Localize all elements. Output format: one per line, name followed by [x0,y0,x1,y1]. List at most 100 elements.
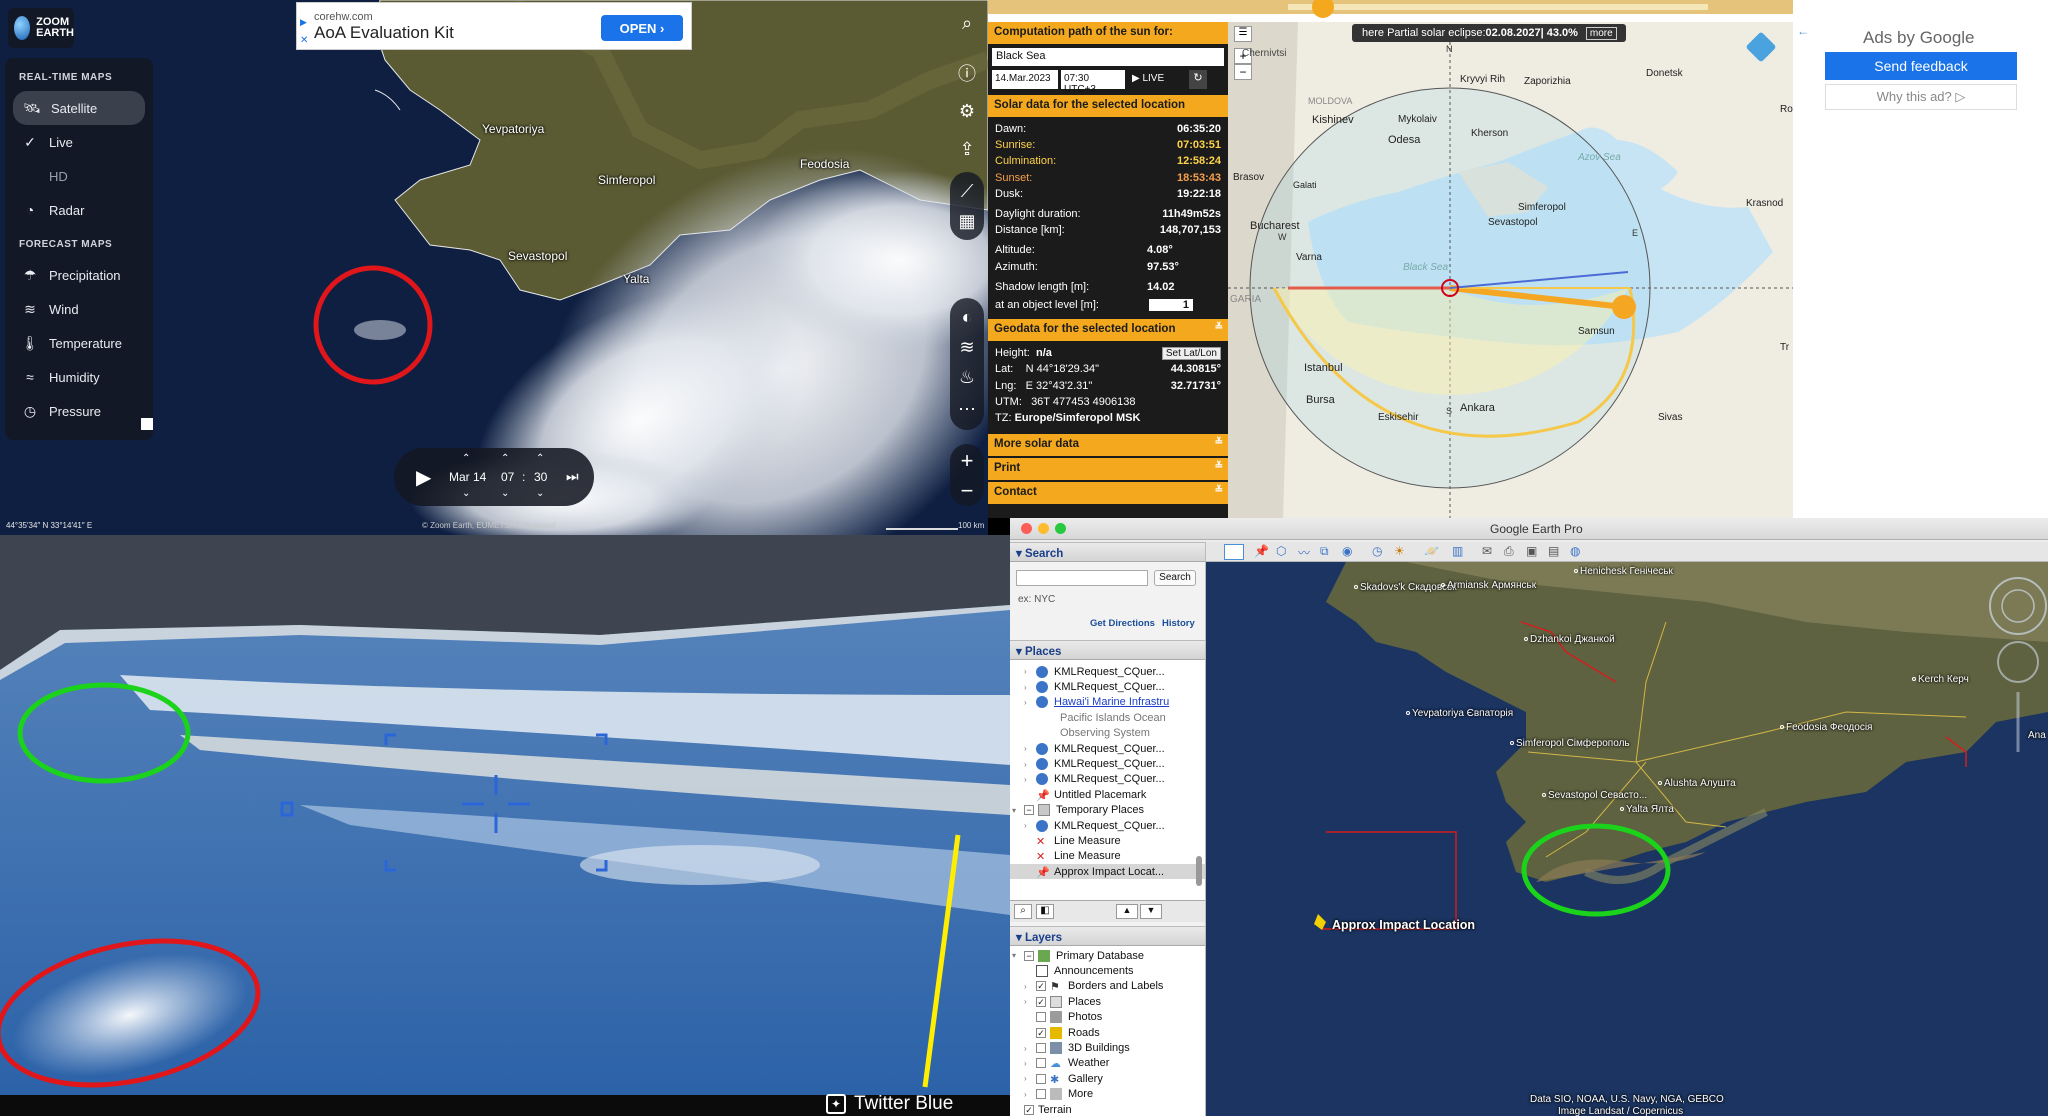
polygon-button[interactable]: ⬡ [1276,544,1286,558]
place-item[interactable]: › KMLRequest_CQuer... [1010,679,1205,694]
more-button[interactable]: ⋯ [952,394,982,424]
computation-path-header[interactable]: Computation path of the sun for: [988,22,1228,44]
layer-item[interactable]: ✓ Roads [1010,1025,1205,1040]
ge-search-button[interactable]: Search [1154,570,1196,586]
save-image-button[interactable]: ▣ [1526,544,1537,558]
zoom-in-button[interactable]: + [952,446,982,476]
place-item-hawaii[interactable]: › Hawai'i Marine Infrastru [1010,695,1205,710]
minute-up-icon[interactable]: ⌃ [536,453,544,464]
place-item[interactable]: › KMLRequest_CQuer... [1010,818,1205,833]
live-button[interactable]: ▶ LIVE [1128,70,1186,89]
path-button[interactable]: 〰 [1298,544,1310,561]
layer-terrain[interactable]: ✓ Terrain [1010,1102,1205,1116]
menu-satellite[interactable]: 🛰 Satellite [13,91,145,125]
maximize-window-button[interactable] [1055,523,1066,534]
minute-down-icon[interactable]: ⌄ [536,488,544,499]
contact-button[interactable]: Contact ≚ [988,482,1228,504]
playback-date[interactable]: Mar 14 [449,470,486,484]
date-up-icon[interactable]: ⌃ [462,453,470,464]
why-this-ad-button[interactable]: Why this ad? ▷ [1825,84,2017,110]
historical-button[interactable]: ◷ [1372,544,1382,558]
map-zoom-out[interactable]: − [1234,64,1252,80]
minimize-window-button[interactable] [1038,523,1049,534]
send-feedback-button[interactable]: Send feedback [1825,52,2017,80]
time-slider-knob[interactable] [1312,0,1334,18]
ad-title[interactable]: AoA Evaluation Kit [314,23,454,43]
ads-back-icon[interactable]: ← [1797,24,1809,38]
date-down-icon[interactable]: ⌄ [462,488,470,499]
place-item[interactable]: › KMLRequest_CQuer... [1010,664,1205,679]
menu-wind[interactable]: ≋ Wind [5,292,153,326]
ad-close-icon[interactable]: ✕ [300,35,308,46]
menu-temperature[interactable]: 🌡 Temperature [5,326,153,360]
zoom-earth-logo[interactable]: ZOOM EARTH [8,8,74,48]
playback-minute[interactable]: 30 [534,470,547,484]
place-item[interactable]: › KMLRequest_CQuer... [1010,741,1205,756]
sun-button[interactable]: ☀ [1394,544,1405,558]
fire-button[interactable]: ♨ [952,362,982,392]
menu-precipitation[interactable]: ☂ Precipitation [5,258,153,292]
print-tool-button[interactable]: ⎙ [1504,544,1514,559]
suncalc-map[interactable]: ☰ + − here Partial solar eclipse: 02.08.… [1228,22,1793,518]
earth-button[interactable]: ◍ [1570,544,1580,558]
layer-item[interactable]: › ☁ Weather [1010,1056,1205,1071]
set-latlon-button[interactable]: Set Lat/Lon [1161,346,1221,360]
places-section-header[interactable]: ▾ Places [1010,640,1205,660]
layer-item[interactable]: › More [1010,1087,1205,1102]
ad-banner[interactable]: corehw.com AoA Evaluation Kit ▶ ✕ OPEN › [296,2,692,50]
split-view-button[interactable]: ◧ [1036,904,1054,919]
share-button[interactable]: ⇪ [952,134,982,164]
place-folder-temporary[interactable]: ▾ − Temporary Places [1010,803,1205,818]
ruler-tool-button[interactable]: ▥ [1452,544,1463,558]
layer-item[interactable]: › ✓ ⚑ Borders and Labels [1010,979,1205,994]
maps-button[interactable]: ▤ [1548,544,1559,558]
play-button[interactable]: ▶ [416,465,431,490]
place-item[interactable]: ✕ Line Measure [1010,849,1205,864]
sidebar-toggle-button[interactable] [1224,544,1244,560]
skip-end-button[interactable]: ⏭ [566,468,579,485]
tour-button[interactable]: ◉ [1342,544,1352,558]
geodata-header[interactable]: Geodata for the selected location ≚ [988,319,1228,342]
refresh-button[interactable]: ↻ [1189,70,1207,89]
layer-item[interactable]: Announcements [1010,963,1205,978]
object-level-input[interactable]: 1 [1149,298,1193,311]
impact-location-label[interactable]: Approx Impact Location [1332,918,1475,932]
ad-open-button[interactable]: OPEN › [601,15,683,41]
menu-radar[interactable]: ◔ Radar [5,193,153,227]
storm-button[interactable]: ◐ [952,302,982,332]
search-places-button[interactable]: ⌕ [1014,904,1032,919]
search-section-header[interactable]: ▾ Search [1010,542,1205,562]
settings-button[interactable]: ⚙ [952,96,982,126]
layers-button[interactable]: ☰ [1234,26,1252,42]
place-item[interactable]: › KMLRequest_CQuer... [1010,772,1205,787]
menu-humidity[interactable]: ≈ Humidity [5,360,153,394]
place-item[interactable]: ✕ Line Measure [1010,833,1205,848]
layer-item[interactable]: › ✓ Places [1010,994,1205,1009]
places-scrollbar[interactable] [1196,856,1202,886]
menu-pressure[interactable]: ◷ Pressure [5,394,153,428]
date-input[interactable]: 14.Mar.2023 [992,70,1058,89]
zoom-out-button[interactable]: − [952,476,982,506]
place-item-selected[interactable]: 📌 Approx Impact Locat... [1010,864,1205,880]
place-item[interactable]: 📌 Untitled Placemark [1010,787,1205,802]
layer-item[interactable]: › 3D Buildings [1010,1040,1205,1055]
get-directions-link[interactable]: Get Directions [1090,618,1155,629]
menu-hd[interactable]: HD [5,159,153,193]
playback-hour[interactable]: 07 [501,470,514,484]
layer-primary-database[interactable]: ▾ − Primary Database [1010,948,1205,963]
hour-up-icon[interactable]: ⌃ [501,453,509,464]
location-input[interactable]: Black Sea [992,48,1224,66]
area-button[interactable]: ▦ [952,206,982,236]
hour-down-icon[interactable]: ⌄ [501,488,509,499]
ruler-button[interactable]: ⟋ [952,176,982,206]
time-input[interactable]: 07:30 UTC+3 [1061,70,1125,95]
history-link[interactable]: History [1162,618,1195,629]
more-solar-data-button[interactable]: More solar data ≚ [988,434,1228,456]
placemark-button[interactable]: 📌 [1254,544,1269,558]
search-button[interactable]: ⌕ [952,8,982,38]
overlay-button[interactable]: ⧉ [1320,544,1329,559]
move-up-button[interactable]: ▲ [1116,904,1138,919]
info-button[interactable]: ⓘ [952,58,982,88]
planets-button[interactable]: 🪐 [1424,544,1439,558]
print-button[interactable]: Print ≚ [988,458,1228,480]
